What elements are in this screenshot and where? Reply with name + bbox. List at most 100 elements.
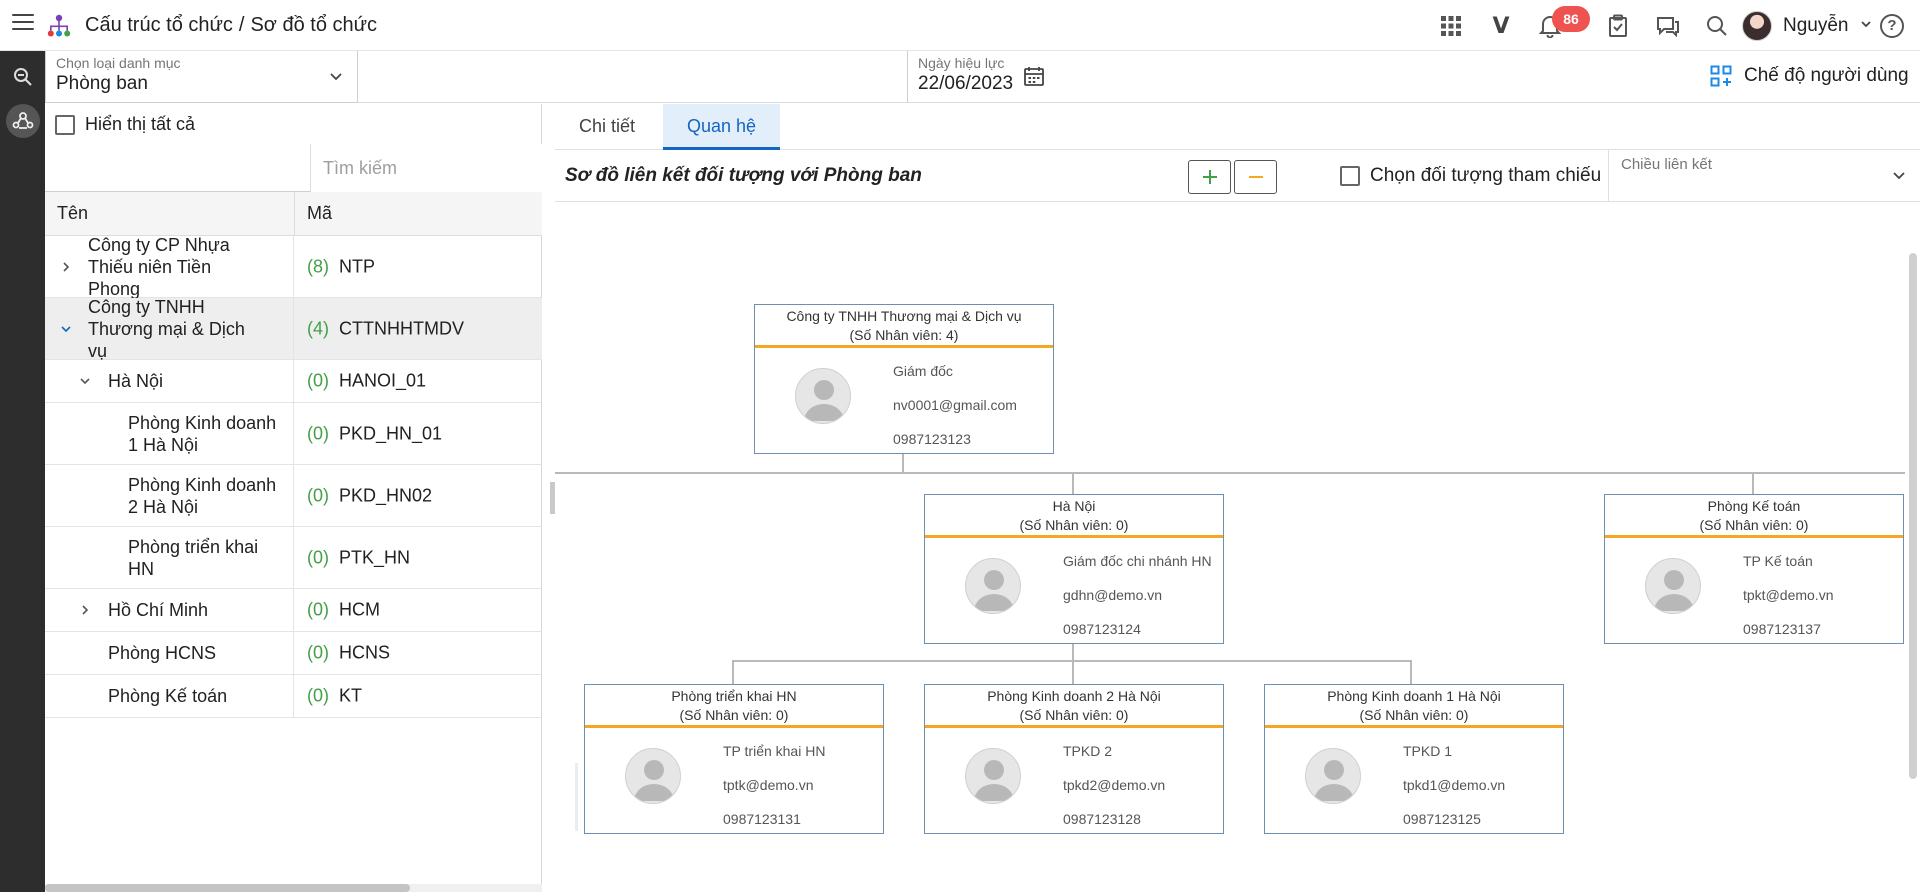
diagram-toolbar: Sơ đồ liên kết đối tượng với Phòng ban C… [555,150,1920,202]
org-diagram-canvas[interactable]: Công ty TNHH Thương mại & Dịch vụ (Số Nh… [555,203,1920,892]
chevron-down-icon[interactable] [329,69,343,83]
tree-row[interactable]: Phòng HCNS (0) HCNS [45,632,542,675]
reference-toggle[interactable]: Chọn đối tượng tham chiếu [1340,165,1601,187]
org-node-phone: 0987123123 [893,431,971,447]
tree-row-name: Công ty CP Nhựa Thiếu niên Tiền Phong [88,234,230,299]
org-node-email: tpkd1@demo.vn [1403,777,1506,793]
task-clipboard-icon[interactable] [1604,12,1632,40]
tree-search-input[interactable] [310,144,542,192]
org-chart-nav-icon[interactable] [6,104,40,138]
org-node-info: TP triển khai HN tptk@demo.vn 0987123131 [723,734,825,836]
zoom-out-button[interactable] [1234,160,1277,194]
person-avatar-icon [965,558,1021,614]
tree-row[interactable]: Hà Nội (0) HANOI_01 [45,360,542,403]
org-node-email: gdhn@demo.vn [1063,587,1163,603]
tree-row[interactable]: Công ty CP Nhựa Thiếu niên Tiền Phong (8… [45,234,542,299]
tree-row[interactable]: Phòng Kế toán (0) KT [45,675,542,718]
chevron-right-icon[interactable] [76,601,94,619]
link-direction-label: Chiều liên kết [1621,156,1712,173]
tree-row-code: PKD_HN_01 [339,423,443,443]
org-node-title: Phòng Kinh doanh 2 Hà Nội [987,688,1161,704]
org-node-title: Hà Nội [1052,498,1096,514]
org-node-header: Phòng Kế toán (Số Nhân viên: 0) [1605,495,1903,538]
tree-name-cell: Hồ Chí Minh [45,589,294,631]
tree-row-count: (0) [307,642,329,663]
scrollbar-thumb[interactable] [45,884,410,892]
org-node[interactable]: Phòng Kế toán (Số Nhân viên: 0) TP Kế to… [1604,494,1904,644]
link-direction-select[interactable]: Chiều liên kết [1608,150,1920,202]
org-node[interactable]: Phòng triển khai HN (Số Nhân viên: 0) TP… [584,684,884,834]
tree-row-count: (0) [307,485,329,505]
org-node-header: Phòng Kinh doanh 2 Hà Nội (Số Nhân viên:… [925,685,1223,728]
tree-name-cell: Hà Nội [45,360,294,402]
apps-grid-icon[interactable] [1437,12,1465,40]
person-avatar-icon [1305,748,1361,804]
chevron-right-icon[interactable] [57,258,75,276]
tree-row-code: PTK_HN [339,547,411,567]
scrollbar-thumb[interactable] [1909,253,1917,779]
help-icon[interactable]: ? [1880,14,1904,38]
reference-label: Chọn đối tượng tham chiếu [1370,165,1602,186]
calendar-icon[interactable] [1023,65,1045,87]
tree-row[interactable]: Phòng triển khai HN (0) PTK_HN [45,527,542,589]
column-header-name[interactable]: Tên [57,203,88,224]
org-node-header: Phòng Kinh doanh 1 Hà Nội (Số Nhân viên:… [1265,685,1563,728]
reference-checkbox[interactable] [1340,166,1360,186]
org-node-title: Phòng Kế toán [1707,498,1801,514]
tree-row[interactable]: Phòng Kinh doanh 2 Hà Nội (0) PKD_HN02 [45,465,542,527]
org-node-staff: (Số Nhân viên: 4) [849,327,959,343]
org-node[interactable]: Hà Nội (Số Nhân viên: 0) Giám đốc chi nh… [924,494,1224,644]
search-icon[interactable] [1703,12,1731,40]
breadcrumb-section[interactable]: Cấu trúc tổ chức [85,14,233,36]
horizontal-scrollbar[interactable] [45,884,542,892]
tree-row[interactable]: Hồ Chí Minh (0) HCM [45,589,542,632]
org-node[interactable]: Công ty TNHH Thương mại & Dịch vụ (Số Nh… [754,304,1054,454]
tree-row[interactable]: Công ty TNHH Thương mại & Dịch vụ (4) CT… [45,297,542,361]
chevron-down-icon[interactable] [57,320,75,338]
org-node-role: TPKD 2 [1063,743,1113,759]
connector-line [1072,660,1074,684]
diagram-caption: Sơ đồ liên kết đối tượng với Phòng ban [565,165,922,186]
tab-relations[interactable]: Quan hệ [663,104,781,150]
org-node-email: tpkd2@demo.vn [1063,777,1166,793]
tree-row-count: (0) [307,423,329,443]
show-all-checkbox[interactable] [55,114,75,135]
connector-line [1752,472,1754,494]
chevron-down-icon[interactable] [76,372,94,390]
chat-icon[interactable] [1654,12,1682,40]
hamburger-menu-icon[interactable] [12,14,34,34]
zoom-search-icon[interactable] [6,60,40,94]
org-node-header: Công ty TNHH Thương mại & Dịch vụ (Số Nh… [755,305,1053,348]
org-node-staff: (Số Nhân viên: 0) [1019,517,1129,533]
effective-date-value: 22/06/2023 [918,73,1014,94]
column-header-code[interactable]: Mã [307,203,332,224]
org-structure-logo-icon [47,14,71,37]
tab-detail[interactable]: Chi tiết [555,104,659,150]
show-all-toggle[interactable]: Hiển thị tất cả [55,114,195,135]
chevron-down-icon[interactable] [1860,18,1872,30]
user-name[interactable]: Nguyễn [1783,15,1849,37]
user-mode-button[interactable]: Chế độ người dùng [1710,65,1909,87]
tree-row-name: Phòng Kế toán [108,686,228,706]
org-node[interactable]: Phòng Kinh doanh 1 Hà Nội (Số Nhân viên:… [1264,684,1564,834]
effective-date-field[interactable]: Ngày hiệu lực 22/06/2023 [907,51,1087,103]
zoom-in-button[interactable] [1188,160,1231,194]
chevron-down-icon[interactable] [1892,168,1906,182]
org-node-phone: 0987123128 [1063,811,1141,827]
tree-search-row [45,144,542,192]
tree-row-count: (0) [307,685,329,706]
org-node-phone: 0987123125 [1403,811,1481,827]
breadcrumb-page: Sơ đồ tổ chức [250,14,378,36]
vertical-scrollbar[interactable] [1906,203,1920,892]
org-node-info: TPKD 2 tpkd2@demo.vn 0987123128 [1063,734,1165,836]
tree-row[interactable]: Phòng Kinh doanh 1 Hà Nội (0) PKD_HN_01 [45,403,542,465]
org-node[interactable]: Phòng Kinh doanh 2 Hà Nội (Số Nhân viên:… [924,684,1224,834]
category-select[interactable]: Chọn loại danh mục Phòng ban [45,51,358,103]
category-select-label: Chọn loại danh mục [56,55,181,71]
person-avatar-icon [625,748,681,804]
connector-line [902,454,904,474]
user-avatar[interactable] [1742,11,1772,41]
v-app-icon[interactable]: V [1487,12,1515,40]
column-divider[interactable] [294,192,295,236]
org-node-role: TP Kế toán [1743,553,1813,569]
